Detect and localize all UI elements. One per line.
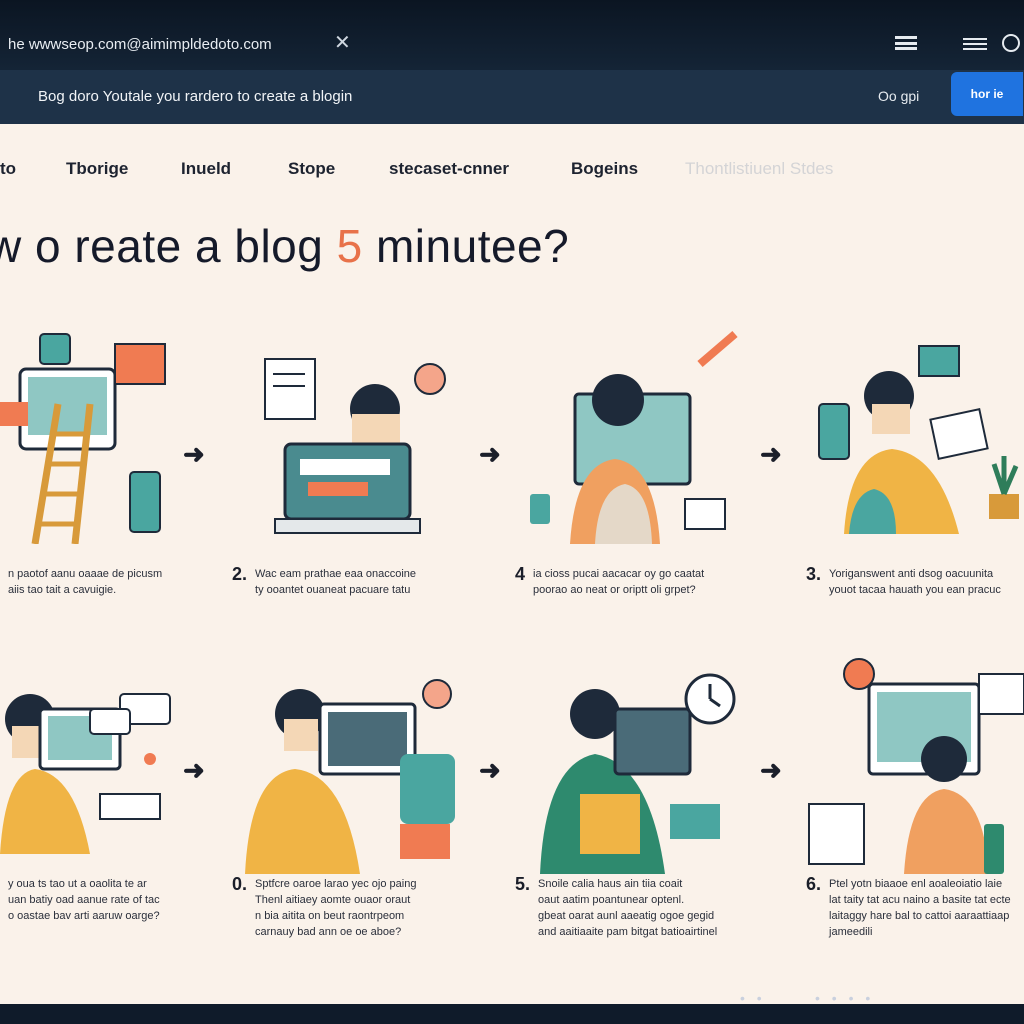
arrow-icon: ➜ — [760, 755, 782, 785]
address-bar[interactable]: he wwwseop.com@aimimpldedoto.com — [8, 36, 272, 53]
step-1: n paotof aanu oaaae de picusm aiis tao ta… — [8, 568, 163, 596]
illustration-desk-monitor — [808, 658, 1024, 874]
step-8: 6. Ptel yotn biaaoe enl aoaleoiatio laie l… — [806, 874, 1011, 938]
banner-link[interactable]: Oo gpi — [878, 88, 919, 104]
step-7: 5. Snoile calia haus ain tiia coait oaut a… — [515, 874, 718, 938]
close-icon[interactable]: ✕ — [334, 30, 351, 55]
illustration-clock-desk — [540, 673, 736, 874]
nav-item-stecaset[interactable]: stecaset-cnner — [389, 159, 509, 179]
nav-item-bogeins[interactable]: Bogeins — [571, 159, 638, 179]
arrow-icon: ➜ — [479, 439, 501, 469]
step-6: 0. Sptfcre oaroe larao yec ojo paing Thenl… — [232, 874, 417, 938]
list-icon[interactable] — [963, 38, 987, 50]
arrow-icon: ➜ — [183, 755, 205, 785]
nav-item-inueld[interactable]: Inueld — [181, 159, 231, 179]
top-nav: to Tborige Inueld Stope stecaset-cnner B… — [0, 124, 1024, 214]
nav-item-disabled[interactable]: Thontlistiuenl Stdes — [685, 159, 833, 179]
nav-item-tborige[interactable]: Tborige — [66, 159, 128, 179]
arrow-icon: ➜ — [479, 755, 501, 785]
illustration-laptop-person — [264, 358, 446, 534]
browser-bar: he wwwseop.com@aimimpldedoto.com ✕ — [0, 0, 1024, 70]
banner-button[interactable]: hor ie — [951, 72, 1023, 116]
menu-icon[interactable] — [895, 36, 917, 50]
illustration-monitor-person — [530, 330, 738, 544]
search-icon[interactable] — [1002, 34, 1020, 52]
nav-item-to[interactable]: to — [0, 159, 16, 179]
illustration-ladder-monitor — [0, 333, 166, 544]
step-4: 3. Yoriganswent anti dsog oacuunita youot … — [806, 564, 1001, 596]
promo-banner: Bog doro Youtale you rardero to create a… — [0, 70, 1024, 124]
step-2: 2. Wac eam prathae eaa onaccoine ty ooante… — [232, 564, 417, 596]
illustration-reading-person — [818, 345, 1019, 534]
banner-text: Bog doro Youtale you rardero to create a… — [38, 88, 353, 105]
title-part-1: w o reate a blog — [0, 220, 337, 272]
step-3: 4 ia cioss pucai aacacar oy go caatat poor… — [515, 564, 705, 596]
bottom-bar — [0, 1004, 1024, 1024]
arrow-icon: ➜ — [760, 439, 782, 469]
illustration-desktop-plant — [245, 679, 455, 874]
page-title: w o reate a blog 5 minutee? — [0, 219, 569, 273]
arrow-icon: ➜ — [183, 439, 205, 469]
title-highlight: 5 — [336, 220, 363, 272]
page-content: to Tborige Inueld Stope stecaset-cnner B… — [0, 124, 1024, 1006]
step-5: y oua ts tao ut a oaolita te ar uan batiy… — [8, 878, 160, 922]
nav-item-stope[interactable]: Stope — [288, 159, 335, 179]
title-part-2: minutee? — [362, 220, 570, 272]
